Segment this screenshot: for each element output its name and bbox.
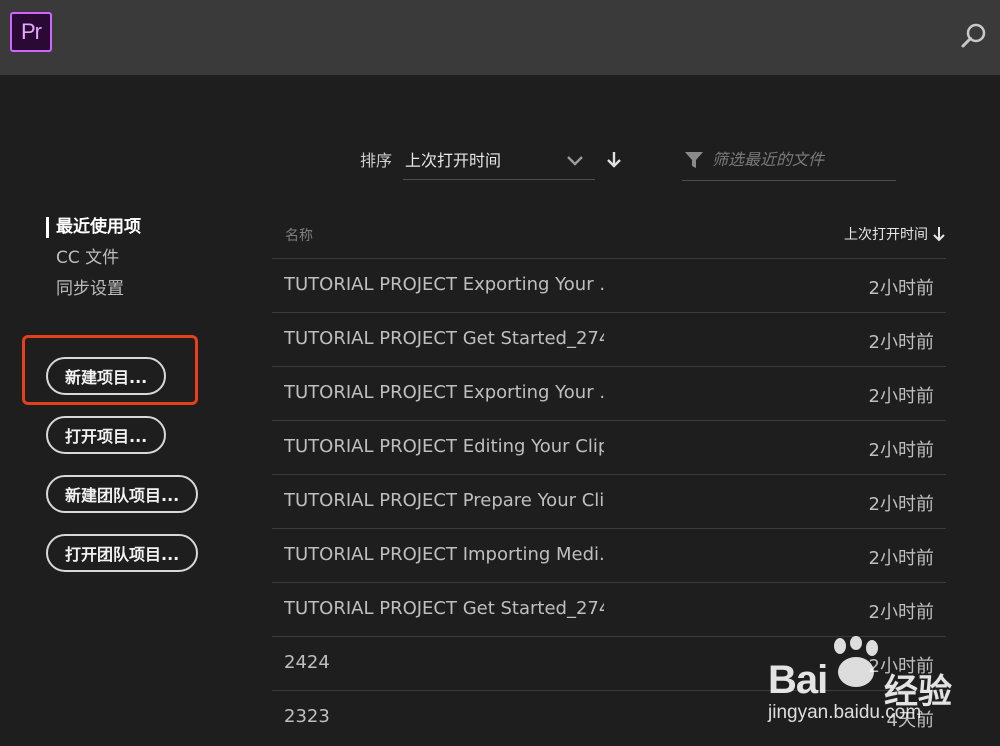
table-row[interactable]: TUTORIAL PROJECT Prepare Your Cli... 2小时… (272, 474, 946, 528)
chevron-down-icon (567, 156, 583, 166)
table-row[interactable]: TUTORIAL PROJECT Exporting Your ... 2小时前 (272, 366, 946, 420)
row-name: TUTORIAL PROJECT Editing Your Clip... (284, 436, 604, 457)
column-header-last-opened[interactable]: 上次打开时间 (844, 224, 946, 244)
nav-item-recent[interactable]: 最近使用项 (46, 212, 141, 243)
premiere-logo: Pr (10, 12, 52, 52)
new-project-button[interactable]: 新建项目... (46, 357, 167, 395)
table-row[interactable]: TUTORIAL PROJECT Editing Your Clip... 2小… (272, 420, 946, 474)
filter-field[interactable] (682, 140, 896, 181)
nav-item-sync-settings[interactable]: 同步设置 (46, 274, 141, 305)
row-name: 2323 (284, 706, 330, 727)
search-icon[interactable] (958, 20, 990, 52)
row-name: TUTORIAL PROJECT Importing Medi... (284, 544, 604, 565)
table-row[interactable]: TUTORIAL PROJECT Get Started_274... 2小时前 (272, 312, 946, 366)
row-name: TUTORIAL PROJECT Prepare Your Cli... (284, 490, 604, 511)
row-name: 2424 (284, 652, 330, 673)
nav-item-cc-files[interactable]: CC 文件 (46, 243, 141, 274)
sort-direction-arrow-icon[interactable] (604, 150, 624, 170)
row-time: 2小时前 (868, 278, 934, 299)
row-time: 2小时前 (868, 332, 934, 353)
row-name: TUTORIAL PROJECT Get Started_274... (284, 598, 604, 619)
table-row[interactable]: TUTORIAL PROJECT Get Started_274... 2小时前 (272, 582, 946, 636)
column-header-name[interactable]: 名称 (285, 225, 313, 245)
row-time: 2小时前 (868, 386, 934, 407)
recent-files-list: TUTORIAL PROJECT Exporting Your ... 2小时前… (272, 258, 946, 744)
left-nav: 最近使用项 CC 文件 同步设置 (46, 212, 141, 305)
sort-dropdown[interactable]: 上次打开时间 (403, 140, 595, 180)
row-time: 2小时前 (868, 656, 934, 677)
row-name: TUTORIAL PROJECT Get Started_274... (284, 328, 604, 349)
table-row[interactable]: TUTORIAL PROJECT Importing Medi... 2小时前 (272, 528, 946, 582)
row-time: 2小时前 (868, 440, 934, 461)
open-project-button[interactable]: 打开项目... (46, 416, 167, 454)
column-header-last-opened-label: 上次打开时间 (844, 227, 928, 243)
row-time: 2小时前 (868, 602, 934, 623)
open-team-project-button[interactable]: 打开团队项目... (46, 534, 199, 572)
row-time: 2小时前 (868, 548, 934, 569)
sort-label: 排序 (360, 151, 393, 170)
table-row[interactable]: TUTORIAL PROJECT Exporting Your ... 2小时前 (272, 258, 946, 312)
arrow-down-icon (933, 227, 945, 242)
row-name: TUTORIAL PROJECT Exporting Your ... (284, 274, 604, 295)
top-bar: Pr (0, 0, 1000, 75)
row-name: TUTORIAL PROJECT Exporting Your ... (284, 382, 604, 403)
table-row[interactable]: 2323 4天前 (272, 690, 946, 744)
new-team-project-button[interactable]: 新建团队项目... (46, 475, 199, 513)
row-time: 2小时前 (868, 494, 934, 515)
sort-selected-value: 上次打开时间 (405, 151, 502, 170)
table-row[interactable]: 2424 2小时前 (272, 636, 946, 690)
filter-input[interactable] (712, 146, 892, 172)
funnel-icon (685, 152, 703, 168)
row-time: 4天前 (886, 710, 934, 731)
